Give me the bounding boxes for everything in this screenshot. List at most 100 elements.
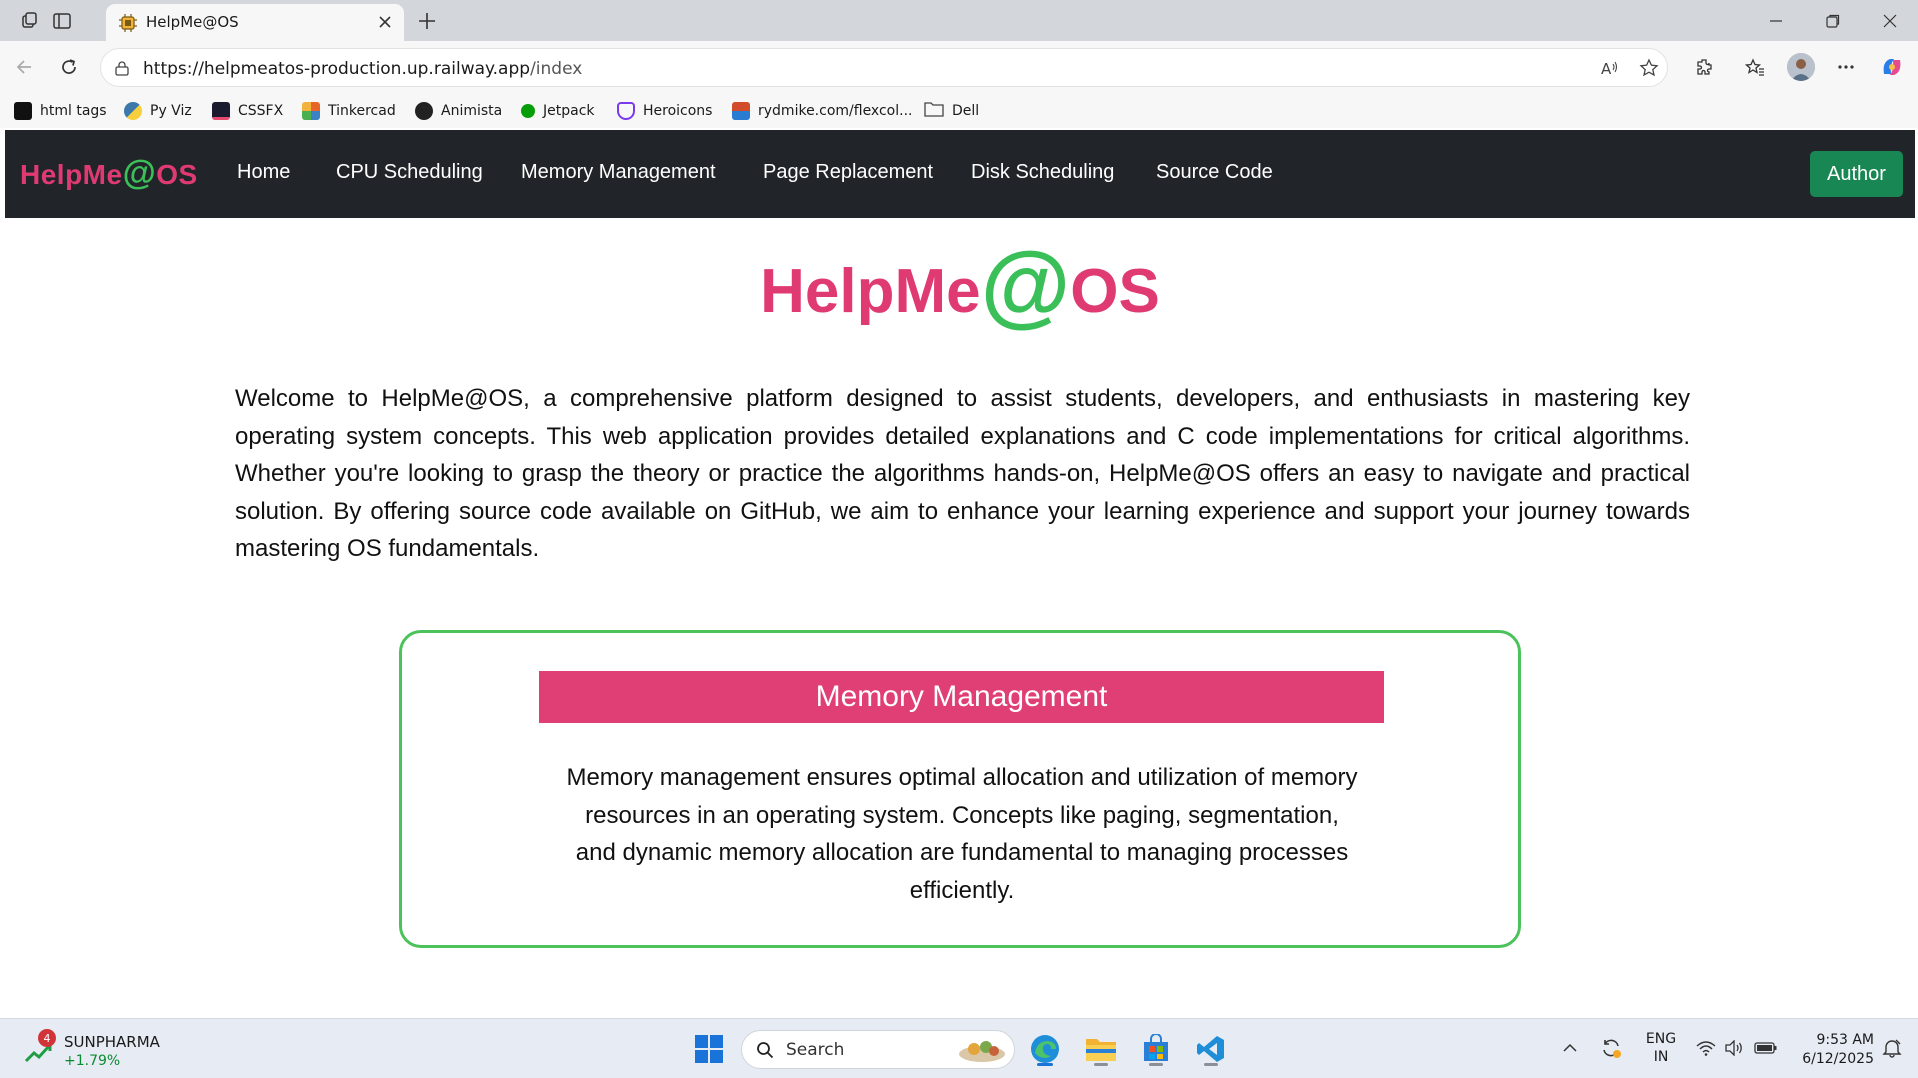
url-host: https://helpmeatos-production.up.railway…: [143, 59, 531, 79]
nav-memory-management[interactable]: Memory Management: [521, 161, 716, 184]
jetpack-icon: [521, 104, 535, 118]
close-tab-icon[interactable]: [374, 11, 396, 33]
edge-browser-icon[interactable]: [1026, 1030, 1064, 1068]
bookmark-jetpack[interactable]: Jetpack: [521, 100, 595, 122]
bookmark-label: Tinkercad: [328, 103, 396, 119]
bookmark-label: Py Viz: [150, 103, 192, 119]
brand-logo[interactable]: HelpMe@OS: [20, 154, 198, 193]
tinkercad-icon: [302, 102, 320, 120]
search-highlight-icon: [959, 1041, 1005, 1062]
bookmark-cssfx[interactable]: CSSFX: [212, 100, 283, 122]
bookmark-label: Jetpack: [543, 103, 595, 119]
lang-line2: IN: [1653, 1049, 1669, 1065]
profile-avatar[interactable]: [1786, 52, 1816, 82]
active-indicator: [1037, 1063, 1053, 1066]
language-indicator[interactable]: ENG IN: [1643, 1031, 1679, 1065]
nav-disk-scheduling[interactable]: Disk Scheduling: [971, 161, 1114, 184]
notifications-bell-icon[interactable]: [1878, 1033, 1906, 1063]
page-viewport: HelpMe@OS Home CPU Scheduling Memory Man…: [5, 130, 1915, 1016]
intro-paragraph: Welcome to HelpMe@OS, a comprehensive pl…: [235, 385, 1690, 562]
copilot-icon[interactable]: [1877, 52, 1907, 82]
wifi-icon[interactable]: [1694, 1033, 1718, 1063]
back-icon[interactable]: [9, 52, 39, 82]
more-options-icon[interactable]: [1831, 52, 1861, 82]
lang-line1: ENG: [1645, 1031, 1677, 1047]
bookmark-label: rydmike.com/flexcol...: [758, 103, 913, 119]
cpu-favicon-icon: [118, 13, 138, 33]
stock-change: +1.79%: [64, 1053, 121, 1069]
bookmark-rydmike[interactable]: rydmike.com/flexcol...: [732, 100, 912, 122]
favorites-icon[interactable]: [1740, 52, 1770, 82]
workspaces-icon[interactable]: [17, 8, 43, 34]
running-indicator: [1204, 1063, 1218, 1066]
hero-suffix: OS: [1070, 257, 1160, 326]
author-button[interactable]: Author: [1810, 151, 1903, 197]
new-tab-icon[interactable]: [412, 6, 442, 36]
bookmark-folder-dell[interactable]: Dell: [924, 100, 979, 122]
refresh-icon[interactable]: [54, 52, 84, 82]
brand-suffix: OS: [156, 159, 198, 190]
python-icon: [124, 102, 142, 120]
vertical-tabs-icon[interactable]: [49, 8, 75, 34]
nav-page-replacement[interactable]: Page Replacement: [763, 161, 933, 184]
nav-home[interactable]: Home: [237, 161, 290, 184]
start-icon[interactable]: [690, 1030, 728, 1068]
taskbar-search[interactable]: Search: [741, 1030, 1015, 1069]
url-path: /index: [530, 59, 583, 79]
hero-at: @: [980, 234, 1071, 336]
read-aloud-icon[interactable]: A: [1597, 56, 1621, 80]
nav-cpu-scheduling[interactable]: CPU Scheduling: [336, 161, 483, 184]
bookmark-label: CSSFX: [238, 103, 284, 119]
nav-source-code[interactable]: Source Code: [1156, 161, 1273, 184]
stock-name: SUNPHARMA: [64, 1033, 160, 1051]
running-indicator: [1149, 1063, 1163, 1066]
windows-taskbar: 4 SUNPHARMA +1.79% Search ENG IN 9:53 AM…: [0, 1018, 1918, 1078]
volume-icon[interactable]: [1722, 1033, 1746, 1063]
bookmark-py-viz[interactable]: Py Viz: [124, 100, 192, 122]
notification-badge: 4: [38, 1029, 56, 1047]
site-navbar: HelpMe@OS Home CPU Scheduling Memory Man…: [5, 130, 1915, 218]
clock-date: 6/12/2025: [1802, 1051, 1874, 1067]
bookmark-html-tags[interactable]: html tags: [14, 100, 107, 122]
card-text: Memory management ensures optimal alloca…: [566, 764, 1358, 904]
bookmark-tinkercad[interactable]: Tinkercad: [302, 100, 396, 122]
folder-icon: [924, 100, 944, 122]
address-bar[interactable]: https://helpmeatos-production.up.railway…: [100, 48, 1668, 87]
running-indicator: [1094, 1063, 1108, 1066]
restore-icon[interactable]: [1813, 6, 1853, 36]
url-text: https://helpmeatos-production.up.railway…: [143, 59, 582, 79]
cssfx-icon: [212, 102, 230, 120]
bookmark-label: html tags: [40, 103, 107, 119]
flex-color-icon: [732, 102, 750, 120]
battery-icon[interactable]: [1752, 1033, 1780, 1063]
animista-icon: [415, 102, 433, 120]
favorite-star-icon[interactable]: [1637, 56, 1661, 80]
microsoft-store-icon[interactable]: [1137, 1030, 1175, 1068]
bookmark-animista[interactable]: Animista: [415, 100, 502, 122]
browser-toolbar: https://helpmeatos-production.up.railway…: [0, 41, 1918, 94]
search-label: Search: [786, 1040, 845, 1060]
close-window-icon[interactable]: [1870, 6, 1910, 36]
tab-title: HelpMe@OS: [146, 13, 239, 31]
stock-widget[interactable]: 4 SUNPHARMA +1.79%: [22, 1029, 172, 1071]
brand-prefix: HelpMe: [20, 159, 123, 190]
vscode-icon[interactable]: [1192, 1030, 1230, 1068]
sync-icon[interactable]: [1597, 1033, 1625, 1063]
card-title: Memory Management: [539, 671, 1384, 723]
svg-text:A: A: [1601, 60, 1612, 78]
extensions-icon[interactable]: [1689, 52, 1719, 82]
bookmark-label: Heroicons: [643, 103, 713, 119]
bookmark-heroicons[interactable]: Heroicons: [617, 100, 712, 122]
file-explorer-icon[interactable]: [1082, 1030, 1120, 1068]
html-tags-icon: [14, 102, 32, 120]
minimize-icon[interactable]: [1756, 6, 1796, 36]
bookmarks-bar: html tags Py Viz CSSFX Tinkercad Animist…: [0, 94, 1918, 128]
bookmark-label: Dell: [952, 103, 980, 119]
show-hidden-icons-chevron-icon[interactable]: [1559, 1033, 1581, 1063]
browser-tab-bar: HelpMe@OS: [0, 0, 1918, 41]
clock[interactable]: 9:53 AM 6/12/2025: [1794, 1031, 1874, 1069]
hero-logo: HelpMe@OS: [5, 235, 1915, 342]
hero-prefix: HelpMe: [760, 257, 981, 326]
site-info-icon[interactable]: [111, 57, 133, 79]
active-tab[interactable]: HelpMe@OS: [106, 4, 404, 41]
